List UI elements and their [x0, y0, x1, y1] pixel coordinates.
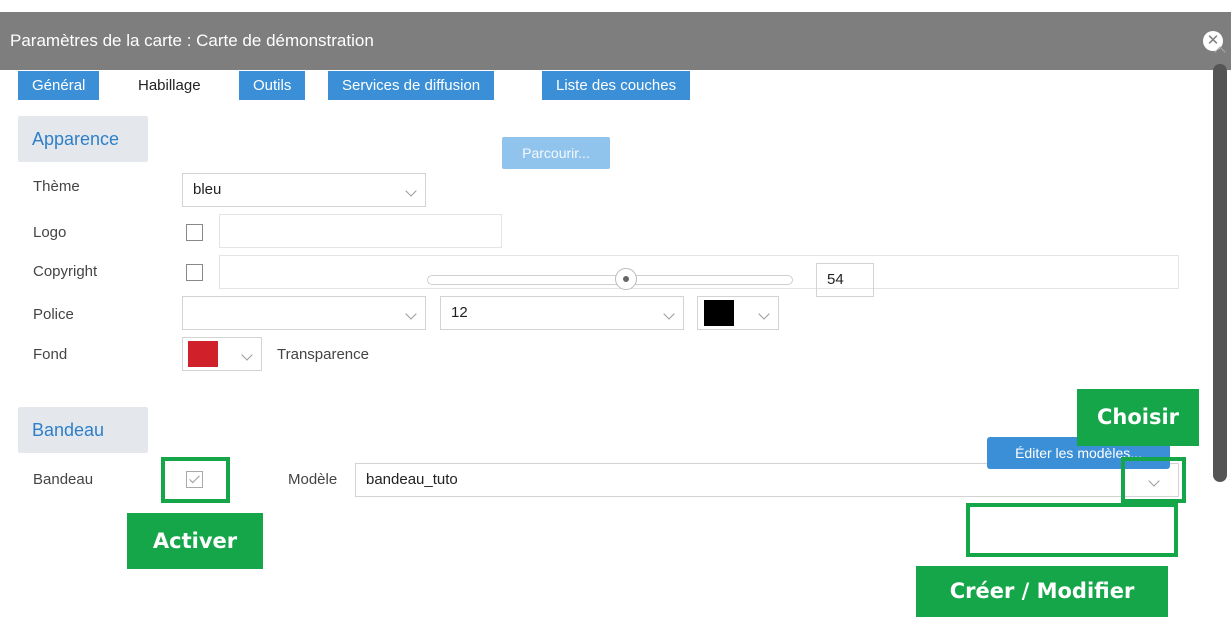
dialog-titlebar: Paramètres de la carte : Carte de démons… — [0, 12, 1231, 70]
activer-callout: Activer — [127, 513, 263, 569]
model-select-value: bandeau_tuto — [366, 471, 458, 488]
chevron-down-icon — [405, 308, 417, 320]
banner-label: Bandeau — [33, 471, 94, 488]
choisir-callout: Choisir — [1077, 389, 1199, 446]
tab-habillage[interactable]: Habillage — [124, 71, 215, 100]
tab-general[interactable]: Général — [18, 71, 100, 100]
chevron-down-icon — [405, 185, 417, 197]
section-header-apparence: Apparence — [18, 116, 148, 162]
font-label: Police — [33, 306, 74, 323]
theme-select-value: bleu — [193, 181, 222, 198]
scroll-up-icon[interactable] — [1214, 46, 1226, 58]
transparency-slider-handle[interactable] — [615, 268, 637, 290]
model-label: Modèle — [288, 471, 338, 488]
logo-label: Logo — [33, 224, 67, 241]
theme-select[interactable]: bleu — [182, 173, 426, 207]
background-color-swatch — [188, 341, 218, 367]
transparency-input[interactable]: 54 — [816, 263, 874, 297]
tab-services-diffusion[interactable]: Services de diffusion — [328, 71, 495, 100]
logo-path-input[interactable] — [219, 214, 502, 248]
browse-button[interactable]: Parcourir... — [502, 137, 610, 169]
background-color-select[interactable] — [182, 337, 262, 371]
chevron-down-icon — [758, 308, 770, 320]
copyright-label: Copyright — [33, 263, 98, 280]
transparency-label: Transparence — [277, 346, 369, 363]
scrollbar-thumb[interactable] — [1213, 64, 1227, 482]
font-color-select[interactable] — [697, 296, 779, 330]
dialog-title: Paramètres de la carte : Carte de démons… — [10, 31, 374, 50]
chevron-down-icon — [241, 349, 253, 361]
edit-models-highlight-box — [966, 503, 1178, 557]
activate-highlight-box — [161, 457, 230, 503]
scrollbar[interactable] — [1213, 46, 1227, 482]
background-label: Fond — [33, 346, 68, 363]
font-family-select[interactable] — [182, 296, 426, 330]
logo-checkbox[interactable] — [186, 224, 203, 241]
chevron-down-icon — [663, 308, 675, 320]
tab-outils[interactable]: Outils — [239, 71, 306, 100]
tab-liste-couches[interactable]: Liste des couches — [542, 71, 691, 100]
font-size-select[interactable]: 12 — [440, 296, 684, 330]
section-header-bandeau: Bandeau — [18, 407, 148, 453]
theme-label: Thème — [33, 178, 80, 195]
transparency-slider-track[interactable] — [427, 275, 793, 285]
font-size-value: 12 — [451, 304, 468, 321]
copyright-checkbox[interactable] — [186, 264, 203, 281]
creer-modifier-callout: Créer / Modifier — [916, 566, 1168, 617]
font-color-swatch — [704, 300, 734, 326]
choisir-highlight-box — [1121, 457, 1186, 503]
